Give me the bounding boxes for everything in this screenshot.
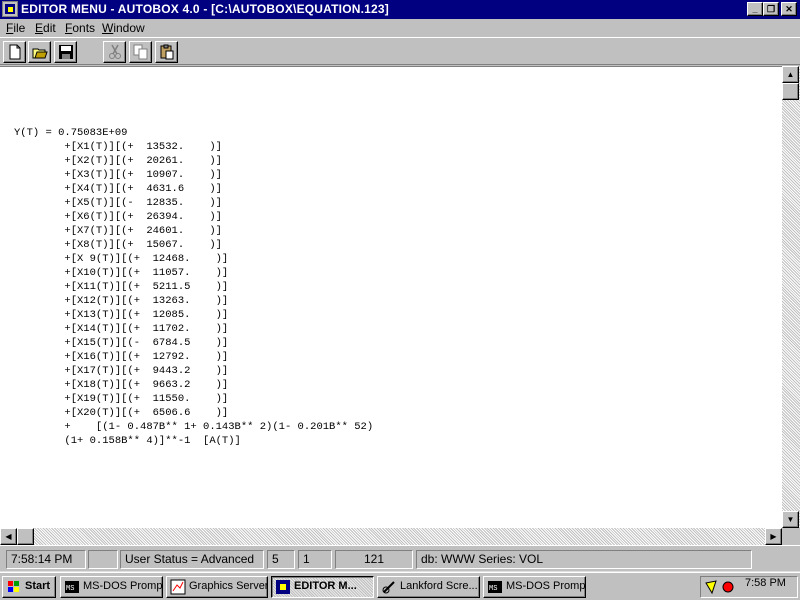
status-field-b: 1 xyxy=(298,550,332,569)
close-button[interactable]: ✕ xyxy=(781,2,797,16)
status-user: User Status = Advanced xyxy=(120,550,264,569)
tray-icons[interactable] xyxy=(704,579,738,595)
cut-icon xyxy=(109,44,121,59)
equation-line: +[X20(T)][(+ 6506.6 )] xyxy=(14,407,229,419)
msdos-icon: MS xyxy=(65,581,79,593)
lankford-icon xyxy=(382,581,395,594)
editor-area[interactable]: Y(T) = 0.75083E+09 +[X1(T)][(+ 13532. )]… xyxy=(0,66,782,528)
menu-fonts[interactable]: Fonts xyxy=(65,21,95,35)
status-time: 7:58:14 PM xyxy=(6,550,86,569)
equation-line: +[X15(T)][(- 6784.5 )] xyxy=(14,337,229,349)
menu-edit[interactable]: Edit xyxy=(35,21,56,35)
new-button[interactable] xyxy=(3,41,26,63)
start-label: Start xyxy=(25,580,51,592)
taskbar-item-msdos-1[interactable]: MS MS-DOS Prompt xyxy=(60,576,163,598)
vertical-scrollbar[interactable]: ▲ ▼ xyxy=(782,66,800,528)
save-button[interactable] xyxy=(54,41,77,63)
scroll-down-button[interactable]: ▼ xyxy=(782,511,799,528)
window-title: EDITOR MENU - AUTOBOX 4.0 - [C:\AUTOBOX\… xyxy=(21,2,389,16)
equation-line: +[X5(T)][(- 12835. )] xyxy=(14,197,222,209)
cut-button[interactable] xyxy=(103,41,126,63)
scroll-up-button[interactable]: ▲ xyxy=(782,66,799,83)
msdos-icon: MS xyxy=(488,581,502,593)
equation-line: +[X6(T)][(+ 26394. )] xyxy=(14,211,222,223)
app-icon[interactable] xyxy=(2,1,18,17)
taskbar: Start MS MS-DOS Prompt Graphics Server E… xyxy=(0,572,800,600)
windows-logo-icon xyxy=(8,581,19,592)
menu-file[interactable]: File xyxy=(6,21,25,35)
paste-button[interactable] xyxy=(155,41,178,63)
new-icon xyxy=(9,44,21,60)
menu-window[interactable]: Window xyxy=(102,21,145,35)
equation-line: +[X19(T)][(+ 11550. )] xyxy=(14,393,229,405)
status-empty xyxy=(88,550,118,569)
save-icon xyxy=(59,45,73,59)
vertical-scroll-thumb[interactable] xyxy=(782,83,799,100)
status-bar: 7:58:14 PM User Status = Advanced 5 1 12… xyxy=(0,545,800,571)
equation-line: +[X1(T)][(+ 13532. )] xyxy=(14,141,222,153)
equation-line: +[X 9(T)][(+ 12468. )] xyxy=(14,253,229,265)
equation-line: +[X14(T)][(+ 11702. )] xyxy=(14,323,229,335)
equation-line: Y(T) = 0.75083E+09 xyxy=(14,127,128,139)
minimize-button[interactable]: _ xyxy=(747,2,763,16)
equation-line: +[X8(T)][(+ 15067. )] xyxy=(14,239,222,251)
equation-line: + [(1- 0.487B** 1+ 0.143B** 2)(1- 0.201B… xyxy=(14,421,374,433)
taskbar-item-lankford[interactable]: Lankford Scre... xyxy=(377,576,480,598)
taskbar-clock[interactable]: 7:58 PM xyxy=(745,577,786,589)
status-field-a: 5 xyxy=(267,550,295,569)
open-icon xyxy=(32,48,48,59)
taskbar-item-editor[interactable]: EDITOR M... xyxy=(271,576,374,598)
status-field-c: 121 xyxy=(335,550,413,569)
equation-line: +[X13(T)][(+ 12085. )] xyxy=(14,309,229,321)
paste-icon xyxy=(160,44,174,60)
taskbar-item-msdos-2[interactable]: MS MS-DOS Prompt xyxy=(483,576,586,598)
status-db: db: WWW Series: VOL xyxy=(416,550,752,569)
svg-text:MS: MS xyxy=(489,585,497,593)
equation-line: +[X18(T)][(+ 9663.2 )] xyxy=(14,379,229,391)
horizontal-scroll-thumb[interactable] xyxy=(17,528,34,545)
scroll-left-button[interactable]: ◀ xyxy=(0,528,17,545)
equation-line: +[X2(T)][(+ 20261. )] xyxy=(14,155,222,167)
equation-line: +[X4(T)][(+ 4631.6 )] xyxy=(14,183,222,195)
svg-text:MS: MS xyxy=(66,585,74,593)
title-bar[interactable]: EDITOR MENU - AUTOBOX 4.0 - [C:\AUTOBOX\… xyxy=(0,0,800,19)
scroll-right-button[interactable]: ▶ xyxy=(765,528,782,545)
equation-line: +[X17(T)][(+ 9443.2 )] xyxy=(14,365,229,377)
toolbar xyxy=(0,37,800,65)
start-button[interactable]: Start xyxy=(2,576,56,598)
equation-line: +[X3(T)][(+ 10907. )] xyxy=(14,169,222,181)
horizontal-scrollbar[interactable]: ◀ ▶ xyxy=(0,528,782,545)
equation-line: +[X16(T)][(+ 12792. )] xyxy=(14,351,229,363)
scroll-corner xyxy=(782,528,800,545)
equation-line: +[X10(T)][(+ 11057. )] xyxy=(14,267,229,279)
copy-icon xyxy=(133,44,148,60)
autobox-icon xyxy=(276,580,290,594)
open-button[interactable] xyxy=(28,41,51,63)
copy-button[interactable] xyxy=(129,41,152,63)
taskbar-item-graphics-server[interactable]: Graphics Server xyxy=(166,576,268,598)
restore-button[interactable]: ❐ xyxy=(763,2,779,16)
equation-line: +[X7(T)][(+ 24601. )] xyxy=(14,225,222,237)
equation-line: (1+ 0.158B** 4)]**-1 [A(T)] xyxy=(14,435,241,447)
menu-bar: File Edit Fonts Window xyxy=(0,19,800,37)
equation-text[interactable]: Y(T) = 0.75083E+09 +[X1(T)][(+ 13532. )]… xyxy=(14,126,373,448)
equation-line: +[X12(T)][(+ 13263. )] xyxy=(14,295,229,307)
graphics-icon xyxy=(170,579,186,595)
equation-line: +[X11(T)][(+ 5211.5 )] xyxy=(14,281,229,293)
